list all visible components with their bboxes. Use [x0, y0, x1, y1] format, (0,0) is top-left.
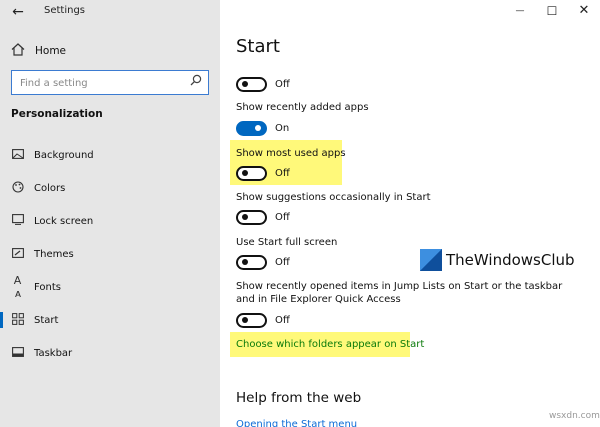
toggle-switch[interactable]: [236, 254, 267, 270]
toggle-switch[interactable]: [236, 165, 267, 181]
toggle-switch[interactable]: [236, 312, 267, 328]
choose-folders-link[interactable]: Choose which folders appear on Start: [236, 339, 424, 350]
maximize-button[interactable]: ☐: [542, 3, 562, 19]
sidebar-item-background[interactable]: Background: [0, 144, 220, 166]
sidebar-item-themes[interactable]: Themes: [0, 243, 220, 265]
start-icon: [11, 312, 25, 328]
sidebar-item-start[interactable]: Start: [0, 309, 220, 331]
setting-label: Show recently added apps: [236, 102, 369, 113]
sidebar-item-label: Themes: [34, 248, 74, 260]
toggle-switch[interactable]: [236, 120, 267, 136]
sidebar-item-lock-screen[interactable]: Lock screen: [0, 210, 220, 232]
setting-label: Show recently opened items in Jump Lists…: [236, 281, 563, 305]
toggle-knob: [242, 317, 248, 323]
active-indicator: [0, 312, 3, 328]
minimize-button[interactable]: —: [510, 3, 530, 19]
close-button[interactable]: ✕: [574, 3, 594, 19]
sidebar-item-label: Start: [34, 314, 59, 326]
search-box: [11, 70, 209, 95]
setting-toggle-row: Off: [236, 209, 290, 225]
setting-toggle-row: Off: [236, 312, 290, 328]
toggle-knob: [242, 214, 248, 220]
palette-icon: [11, 180, 25, 196]
toggle-state: Off: [275, 78, 290, 90]
home-icon: [10, 42, 26, 60]
toggle-switch[interactable]: [236, 209, 267, 225]
setting-toggle-row: Off: [236, 254, 290, 270]
watermark-logo-icon: [420, 249, 442, 271]
watermark-text: TheWindowsClub: [446, 251, 575, 269]
setting-toggle-row: Off: [236, 76, 290, 92]
toggle-knob: [242, 170, 248, 176]
sidebar-item-label: Taskbar: [34, 347, 73, 359]
search-icon[interactable]: [190, 74, 202, 89]
help-link[interactable]: Opening the Start menu: [236, 419, 357, 427]
help-heading: Help from the web: [236, 390, 362, 406]
toggle-knob: [242, 259, 248, 265]
sidebar-item-label: Background: [34, 149, 94, 161]
toggle-knob: [242, 81, 248, 87]
setting-label: Use Start full screen: [236, 237, 338, 248]
toggle-knob: [255, 125, 261, 131]
toggle-switch[interactable]: [236, 76, 267, 92]
page-title: Start: [236, 36, 280, 57]
taskbar-icon: [11, 346, 25, 360]
search-input[interactable]: [12, 72, 182, 95]
sidebar-item-taskbar[interactable]: Taskbar: [0, 342, 220, 364]
sidebar-item-colors[interactable]: Colors: [0, 177, 220, 199]
toggle-state: Off: [275, 167, 290, 179]
toggle-state: On: [275, 122, 290, 134]
brush-icon: [11, 247, 25, 261]
sidebar-item-fonts[interactable]: A ᴀ Fonts: [0, 274, 220, 300]
section-title: Personalization: [11, 108, 103, 120]
corner-watermark: wsxdn.com: [549, 411, 600, 421]
sidebar-item-label: Lock screen: [34, 215, 94, 227]
setting-label: Show suggestions occasionally in Start: [236, 192, 431, 203]
window-title: Settings: [44, 5, 86, 16]
sidebar-item-label: Fonts: [34, 281, 61, 293]
nav-home-label: Home: [35, 45, 67, 57]
sidebar-item-label: Colors: [34, 182, 66, 194]
back-arrow-icon[interactable]: ←: [10, 4, 26, 20]
main-panel: — ☐ ✕ Start Off Show recently added apps…: [220, 0, 600, 427]
setting-label: Show most used apps: [236, 148, 346, 159]
watermark: TheWindowsClub: [420, 249, 575, 271]
nav-home[interactable]: Home: [10, 41, 66, 61]
setting-toggle-row: On: [236, 120, 289, 136]
sidebar: ← Settings Home Personalization Backgrou…: [0, 0, 220, 427]
font-icon: A ᴀ: [13, 274, 23, 300]
toggle-state: Off: [275, 256, 290, 268]
lock-screen-icon: [11, 214, 25, 228]
picture-icon: [11, 148, 25, 162]
toggle-state: Off: [275, 211, 290, 223]
setting-toggle-row: Off: [236, 165, 290, 181]
toggle-state: Off: [275, 314, 290, 326]
